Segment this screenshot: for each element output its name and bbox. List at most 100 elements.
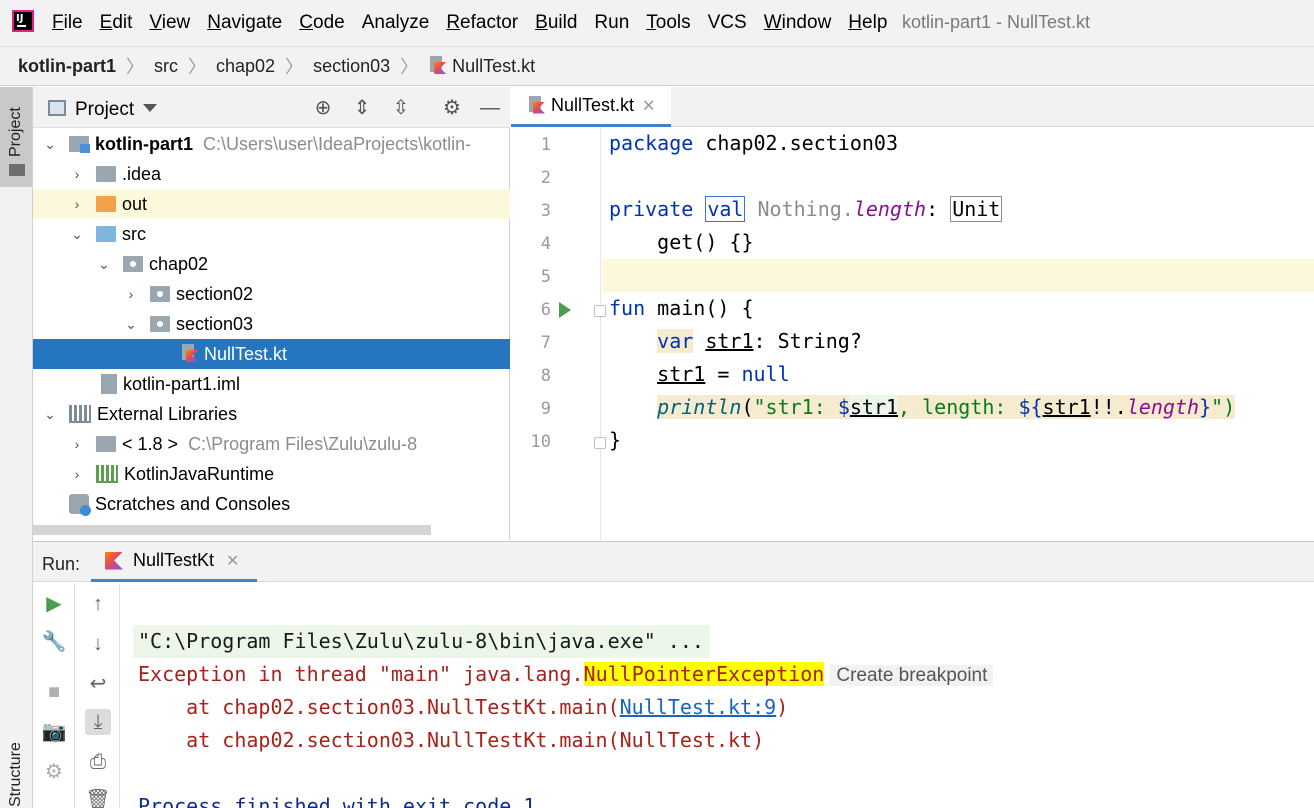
settings-icon[interactable]: ⚙ xyxy=(41,759,67,785)
code-area[interactable]: package chap02.section03 private val Not… xyxy=(602,127,1314,540)
chevron-down-icon[interactable]: ⌄ xyxy=(95,256,113,273)
wrench-icon[interactable]: 🔧 xyxy=(41,629,67,655)
chevron-right-icon[interactable]: › xyxy=(68,436,86,452)
chevron-down-icon[interactable]: ⌄ xyxy=(41,406,59,423)
menu-navigate[interactable]: Navigate xyxy=(207,12,282,34)
breadcrumb-chap02[interactable]: chap02 xyxy=(216,56,275,77)
console-output[interactable]: "C:\Program Files\Zulu\zulu-8\bin\java.e… xyxy=(133,583,1313,808)
menu-vcs[interactable]: VCS xyxy=(708,12,747,34)
tree-item-idea[interactable]: › .idea xyxy=(33,159,510,189)
code-line-7: var str1: String? xyxy=(657,329,862,353)
menu-tools[interactable]: Tools xyxy=(646,12,690,34)
arrow-up-icon[interactable]: ↑ xyxy=(85,591,111,617)
tree-item-src[interactable]: ⌄ src xyxy=(33,219,510,249)
menu-build[interactable]: Build xyxy=(535,12,577,34)
menu-edit[interactable]: Edit xyxy=(100,12,133,34)
tree-item-project-root[interactable]: ⌄ kotlin-part1 C:\Users\user\IdeaProject… xyxy=(33,129,510,159)
line-number: 9 xyxy=(540,399,551,419)
chevron-down-icon[interactable]: ⌄ xyxy=(68,226,86,243)
chevron-right-icon[interactable]: › xyxy=(122,286,140,302)
code-line-9: println("str1: $str1, length: ${str1!!.l… xyxy=(657,395,1236,419)
library-icon xyxy=(96,465,118,483)
menu-window[interactable]: Window xyxy=(764,12,832,34)
package-icon xyxy=(123,256,143,272)
stop-icon[interactable]: ■ xyxy=(41,679,67,705)
dropdown-caret-icon[interactable] xyxy=(143,104,157,112)
project-panel-header: Project ⊕ ⇕ ⇳ ⚙ — xyxy=(33,87,510,128)
tree-item-chap02[interactable]: ⌄ chap02 xyxy=(33,249,510,279)
menu-refactor[interactable]: Refactor xyxy=(446,12,518,34)
horizontal-scrollbar[interactable] xyxy=(33,525,431,535)
chevron-right-icon[interactable]: › xyxy=(68,166,86,182)
source-link[interactable]: NullTest.kt:9 xyxy=(620,695,777,719)
breadcrumb-file[interactable]: NullTest.kt xyxy=(452,56,535,77)
run-tab-nulltestkt[interactable]: NullTestKt ✕ xyxy=(91,542,257,582)
run-panel: Run: NullTestKt ✕ ▶ 🔧 ■ 📷 ⚙ ↑ ↓ ↩ ⤓ ⎙ 🗑 … xyxy=(33,541,1314,808)
trash-icon[interactable]: 🗑 xyxy=(85,787,111,808)
collapse-all-icon[interactable]: ⇳ xyxy=(389,96,413,120)
window-title: kotlin-part1 - NullTest.kt xyxy=(902,12,1091,32)
tree-item-section02[interactable]: › section02 xyxy=(33,279,510,309)
scroll-to-end-icon[interactable]: ⤓ xyxy=(85,709,111,735)
folder-icon xyxy=(9,164,25,176)
line-number: 6 xyxy=(540,300,551,320)
intellij-logo-icon: IJ xyxy=(12,10,34,32)
kotlin-file-icon xyxy=(527,95,545,116)
tree-item-iml[interactable]: kotlin-part1.iml xyxy=(33,369,510,399)
soft-wrap-icon[interactable]: ↩ xyxy=(85,671,111,697)
camera-icon[interactable]: 📷 xyxy=(41,719,67,745)
editor-gutter: 1 2 3 4 5 6 7 8 9 10 xyxy=(511,127,606,540)
menu-help[interactable]: Help xyxy=(848,12,887,34)
tree-item-section03[interactable]: ⌄ section03 xyxy=(33,309,510,339)
tree-item-external-libraries[interactable]: ⌄ External Libraries xyxy=(33,399,510,429)
project-view-icon xyxy=(48,100,66,116)
close-icon[interactable]: ✕ xyxy=(642,96,655,116)
tree-item-scratches[interactable]: Scratches and Consoles xyxy=(33,489,510,519)
breadcrumb-src[interactable]: src xyxy=(154,56,178,77)
console-command-line: "C:\Program Files\Zulu\zulu-8\bin\java.e… xyxy=(133,625,710,658)
arrow-down-icon[interactable]: ↓ xyxy=(85,631,111,657)
menu-run[interactable]: Run xyxy=(594,12,629,34)
line-number: 5 xyxy=(540,267,551,287)
breadcrumb-section03[interactable]: section03 xyxy=(313,56,390,77)
tree-item-kotlin-runtime[interactable]: › KotlinJavaRuntime xyxy=(33,459,510,489)
chevron-right-icon[interactable]: › xyxy=(68,466,86,482)
exception-class-link[interactable]: NullPointerException xyxy=(583,662,825,686)
chevron-down-icon[interactable]: ⌄ xyxy=(41,136,59,153)
print-icon[interactable]: ⎙ xyxy=(85,749,111,775)
gear-icon[interactable]: ⚙ xyxy=(440,96,464,120)
hide-panel-icon[interactable]: — xyxy=(478,96,502,120)
chevron-down-icon[interactable]: ⌄ xyxy=(122,316,140,333)
chevron-right-icon: 〉 xyxy=(188,57,207,77)
tree-item-out[interactable]: › out xyxy=(33,189,510,219)
expand-all-icon[interactable]: ⇕ xyxy=(350,96,374,120)
menu-file[interactable]: File xyxy=(52,12,83,34)
line-number: 1 xyxy=(540,135,551,155)
menu-view[interactable]: View xyxy=(149,12,190,34)
folder-icon xyxy=(96,166,116,182)
structure-tool-button[interactable]: Structure xyxy=(7,742,25,807)
breadcrumb-project[interactable]: kotlin-part1 xyxy=(18,56,116,77)
menu-code[interactable]: Code xyxy=(299,12,344,34)
left-tool-stripe: Project Structure xyxy=(0,87,33,808)
run-toolbar-left: ▶ 🔧 ■ 📷 ⚙ xyxy=(33,583,75,808)
menu-analyze[interactable]: Analyze xyxy=(362,12,430,34)
package-icon xyxy=(150,316,170,332)
run-label: Run: xyxy=(42,554,81,574)
project-panel: Project ⊕ ⇕ ⇳ ⚙ — ⌄ kotlin-part1 C:\User… xyxy=(33,87,510,540)
tree-item-jdk[interactable]: › < 1.8 > C:\Program Files\Zulu\zulu-8 xyxy=(33,429,510,459)
locate-file-icon[interactable]: ⊕ xyxy=(311,96,335,120)
chevron-right-icon: 〉 xyxy=(285,57,304,77)
project-tool-button[interactable]: Project xyxy=(0,87,32,187)
run-gutter-icon[interactable] xyxy=(559,302,571,318)
chevron-right-icon[interactable]: › xyxy=(68,196,86,212)
tree-item-nulltest-kt[interactable]: NullTest.kt xyxy=(33,339,510,369)
editor: NullTest.kt ✕ 1 2 3 4 5 6 7 8 9 10 packa… xyxy=(511,87,1314,540)
code-line-5-current xyxy=(602,259,1314,292)
close-icon[interactable]: ✕ xyxy=(226,551,239,571)
project-view-selector[interactable]: Project xyxy=(75,99,134,121)
line-number: 7 xyxy=(540,333,551,353)
create-breakpoint-link[interactable]: Create breakpoint xyxy=(830,665,994,686)
rerun-icon[interactable]: ▶ xyxy=(41,591,67,617)
editor-tab-nulltest[interactable]: NullTest.kt ✕ xyxy=(511,87,671,127)
